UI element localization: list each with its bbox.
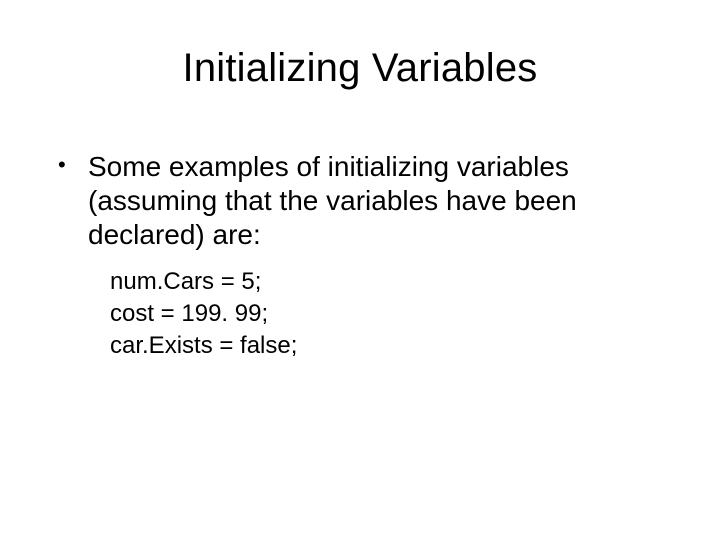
bullet-text: Some examples of initializing variables …: [88, 150, 658, 252]
code-line-2: cost = 199. 99;: [110, 298, 658, 330]
slide-body: • Some examples of initializing variable…: [58, 150, 658, 361]
code-block: num.Cars = 5; cost = 199. 99; car.Exists…: [110, 266, 658, 361]
slide: Initializing Variables • Some examples o…: [0, 0, 720, 540]
bullet-dot-icon: •: [58, 150, 88, 179]
code-line-3: car.Exists = false;: [110, 330, 658, 362]
slide-title: Initializing Variables: [0, 46, 720, 91]
bullet-item: • Some examples of initializing variable…: [58, 150, 658, 252]
code-line-1: num.Cars = 5;: [110, 266, 658, 298]
